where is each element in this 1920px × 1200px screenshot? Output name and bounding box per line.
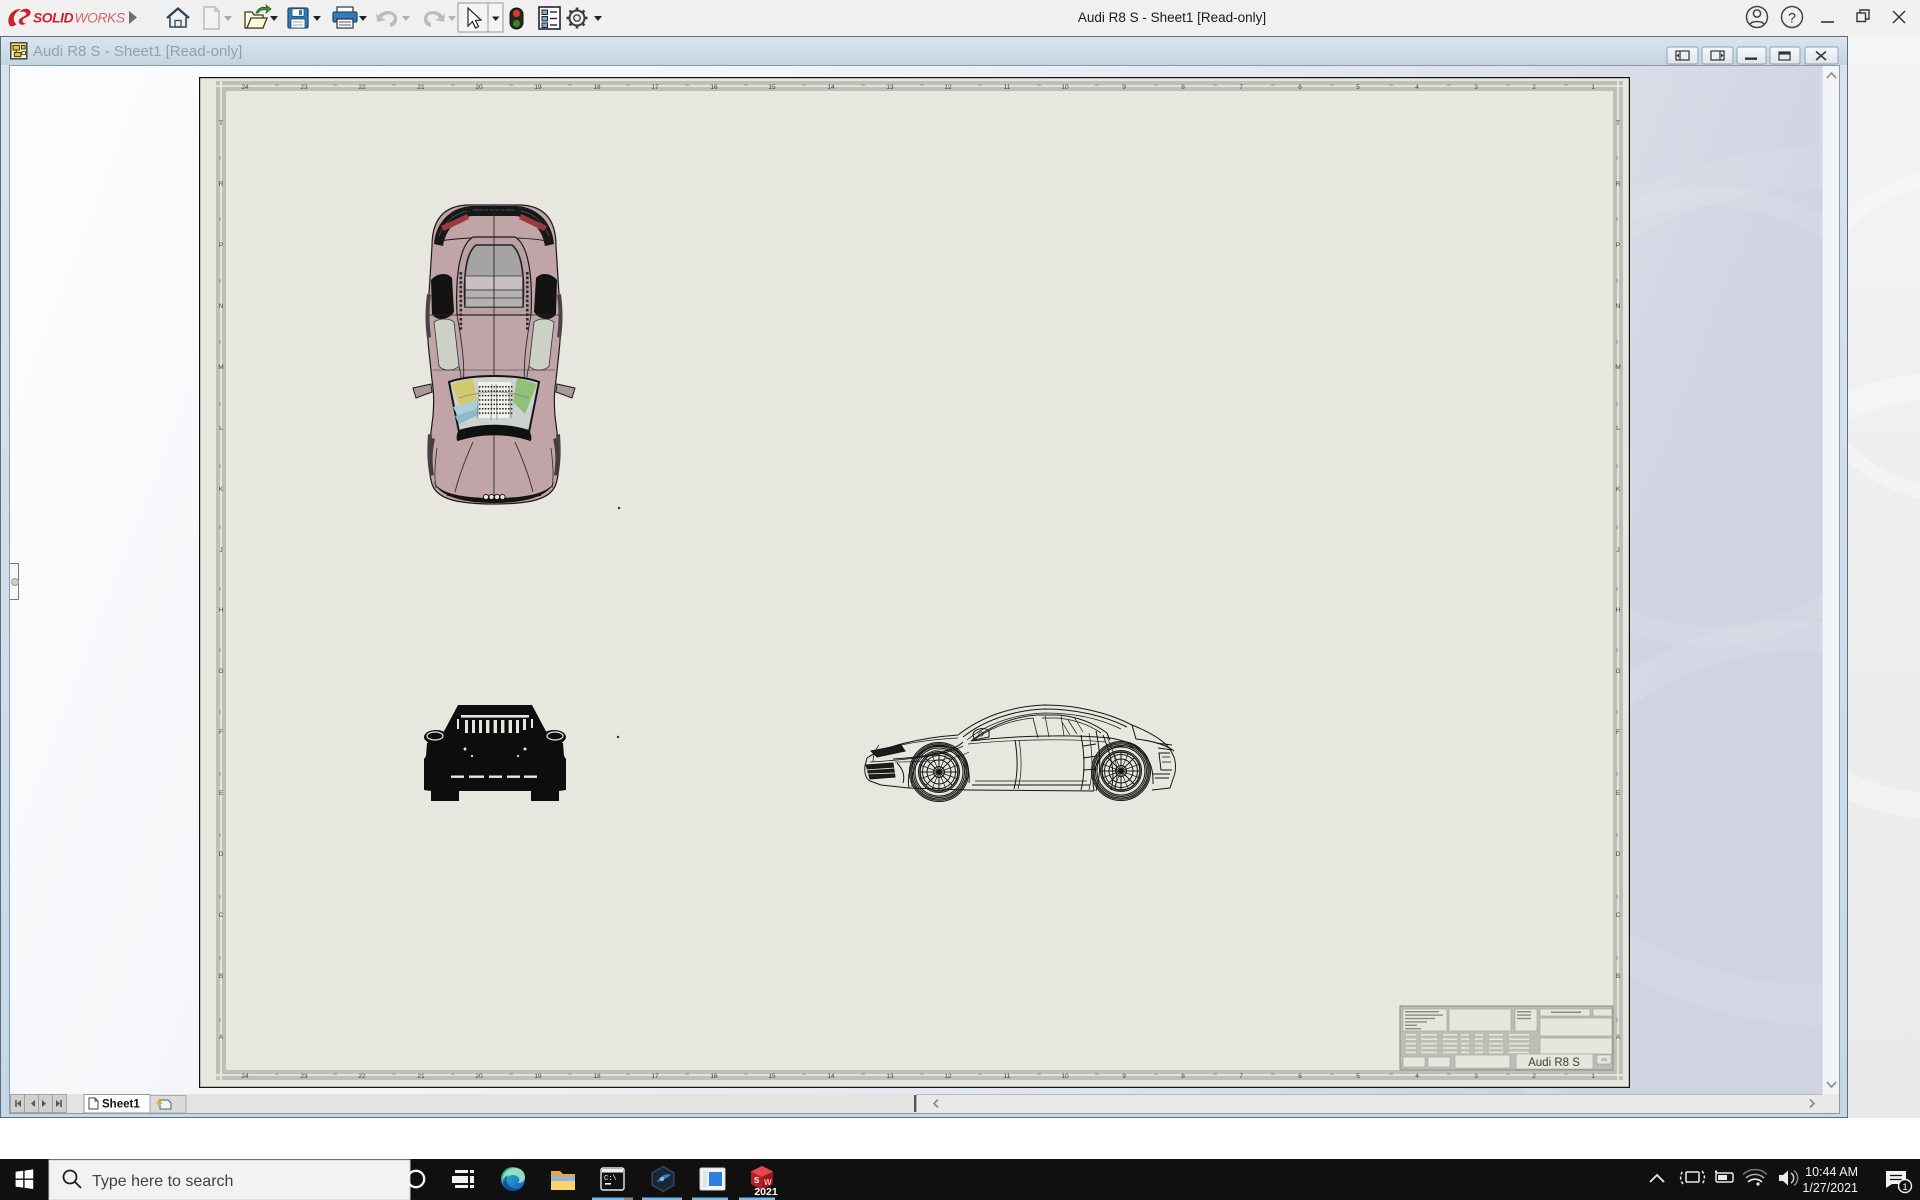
svg-text:K: K [1616, 486, 1621, 493]
svg-text:G: G [1615, 668, 1620, 675]
svg-text:5: 5 [1356, 1073, 1360, 1080]
svg-text:8: 8 [1181, 84, 1185, 91]
svg-text:10:44 AM: 10:44 AM [1805, 1165, 1858, 1179]
svg-text:23: 23 [300, 1073, 308, 1080]
svg-text:13: 13 [886, 1073, 894, 1080]
svg-text:L: L [219, 425, 223, 432]
svg-text:S: S [754, 1176, 760, 1185]
svg-text:7: 7 [1239, 1073, 1243, 1080]
svg-text:B: B [219, 973, 223, 980]
svg-text:11: 11 [1004, 1073, 1011, 1080]
svg-text:20: 20 [475, 84, 483, 91]
svg-text:1: 1 [1591, 1073, 1595, 1080]
svg-text:17: 17 [651, 1073, 659, 1080]
svg-text:6: 6 [1298, 1073, 1302, 1080]
svg-text:12: 12 [944, 1073, 952, 1080]
svg-text:3: 3 [1474, 84, 1478, 91]
svg-text:M: M [1615, 364, 1620, 371]
svg-text:K: K [219, 486, 224, 493]
svg-text:19: 19 [534, 1073, 542, 1080]
svg-text:M: M [218, 364, 223, 371]
svg-text:D: D [1616, 851, 1621, 858]
svg-text:J: J [1616, 547, 1619, 554]
svg-text:D: D [219, 851, 224, 858]
svg-text:23: 23 [300, 84, 308, 91]
svg-text:13: 13 [886, 84, 894, 91]
svg-text:T: T [219, 120, 223, 127]
svg-text:19: 19 [534, 84, 542, 91]
svg-text:E: E [1616, 790, 1621, 797]
svg-text:Type here to search: Type here to search [92, 1173, 233, 1190]
svg-text:F: F [1616, 729, 1620, 736]
svg-text:10: 10 [1061, 1073, 1069, 1080]
svg-text:18: 18 [593, 1073, 601, 1080]
svg-text:24: 24 [241, 1073, 249, 1080]
svg-text:A3: A3 [1601, 1057, 1607, 1062]
svg-text:SOLID: SOLID [33, 11, 74, 26]
svg-text:21: 21 [417, 84, 425, 91]
svg-text:1/27/2021: 1/27/2021 [1802, 1181, 1858, 1195]
svg-text:J: J [219, 547, 222, 554]
svg-text:9: 9 [1122, 1073, 1126, 1080]
svg-text:T: T [1616, 120, 1620, 127]
svg-text:H: H [1616, 607, 1621, 614]
svg-text:4: 4 [1415, 84, 1419, 91]
svg-text:9: 9 [1122, 84, 1126, 91]
svg-text:8: 8 [1181, 1073, 1185, 1080]
svg-text:11: 11 [1004, 84, 1011, 91]
svg-text:Sheet1: Sheet1 [102, 1099, 140, 1111]
svg-text:7: 7 [1239, 84, 1243, 91]
svg-text:C: C [1616, 912, 1621, 919]
svg-text:4: 4 [1415, 1073, 1419, 1080]
svg-text:N: N [1616, 303, 1621, 310]
svg-text:C: C [219, 912, 224, 919]
svg-text:A: A [1616, 1034, 1621, 1041]
svg-text:P: P [1616, 242, 1620, 249]
svg-text:1: 1 [1902, 1182, 1907, 1193]
svg-text:6: 6 [1298, 84, 1302, 91]
svg-text:5: 5 [1356, 84, 1360, 91]
svg-text:10: 10 [1061, 84, 1069, 91]
svg-text:3: 3 [1474, 1073, 1478, 1080]
svg-text:?: ? [1788, 10, 1796, 26]
svg-text:17: 17 [651, 84, 659, 91]
svg-text:P: P [219, 242, 223, 249]
svg-text:15: 15 [768, 84, 776, 91]
svg-text:E: E [219, 790, 224, 797]
svg-text:12: 12 [944, 84, 952, 91]
svg-text:14: 14 [827, 84, 835, 91]
svg-text:24: 24 [241, 84, 249, 91]
svg-text:14: 14 [827, 1073, 835, 1080]
svg-text:N: N [219, 303, 224, 310]
svg-text:22: 22 [358, 84, 366, 91]
svg-text:Audi R8 S: Audi R8 S [1528, 1057, 1580, 1069]
svg-text:F: F [219, 729, 223, 736]
svg-text:20: 20 [475, 1073, 483, 1080]
svg-text:1: 1 [1591, 84, 1595, 91]
svg-text:A: A [219, 1034, 224, 1041]
svg-text:2: 2 [1532, 84, 1536, 91]
svg-text:WORKS: WORKS [75, 11, 126, 26]
svg-text:R: R [1616, 181, 1621, 188]
svg-text:C:\: C:\ [604, 1175, 617, 1183]
svg-text:H: H [219, 607, 224, 614]
svg-text:15: 15 [768, 1073, 776, 1080]
svg-text:B: B [1616, 973, 1620, 980]
svg-text:18: 18 [593, 84, 601, 91]
svg-text:R: R [219, 181, 224, 188]
svg-text:L: L [1616, 425, 1620, 432]
svg-text:G: G [218, 668, 223, 675]
svg-text:2021: 2021 [754, 1186, 778, 1198]
svg-text:2: 2 [1532, 1073, 1536, 1080]
svg-text:22: 22 [358, 1073, 366, 1080]
svg-text:16: 16 [710, 1073, 718, 1080]
svg-text:21: 21 [417, 1073, 425, 1080]
svg-text:16: 16 [710, 84, 718, 91]
